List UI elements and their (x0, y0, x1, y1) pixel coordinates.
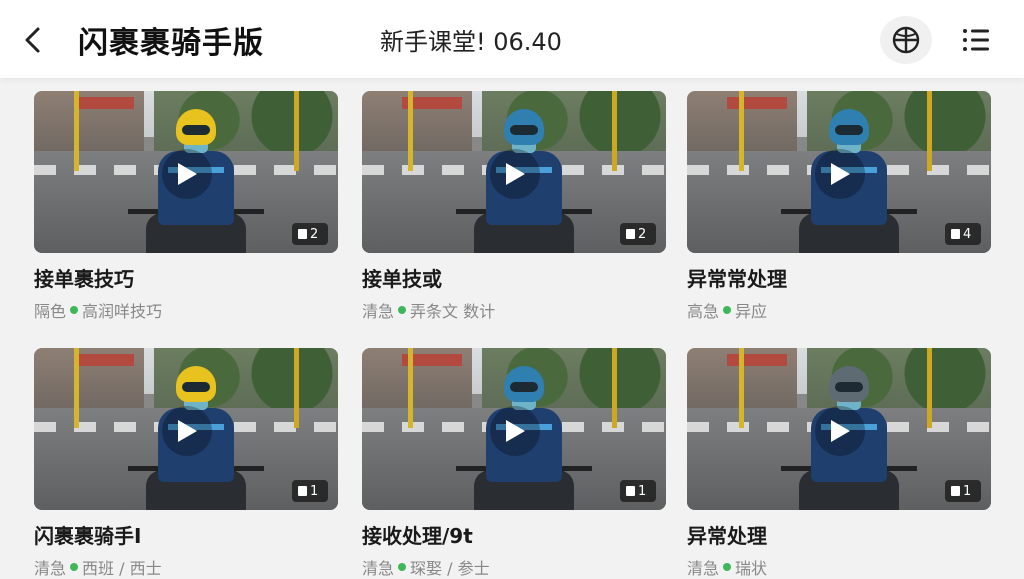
lesson-icon (626, 486, 635, 496)
lesson-count: 4 (963, 226, 972, 242)
play-icon (506, 420, 525, 442)
play-button[interactable] (162, 149, 212, 199)
course-tags: 弄条文 数计 (410, 302, 496, 321)
status-dot-icon (70, 563, 79, 571)
page-title: 新手课堂! 06.40 (380, 28, 562, 56)
video-thumbnail[interactable]: 1 (34, 348, 338, 510)
lesson-icon (298, 229, 307, 239)
lesson-count: 1 (638, 483, 647, 499)
lesson-count-badge: 1 (292, 480, 328, 502)
play-icon (506, 163, 525, 185)
status-dot-icon (70, 306, 79, 314)
course-card[interactable]: 1 异常处理 清急 瑞状 (687, 348, 991, 579)
play-icon (831, 163, 850, 185)
course-tags: 高润咩技巧 (82, 302, 163, 321)
app-title: 闪裹裹骑手版 (78, 26, 264, 61)
course-meta: 清急 琛娶 / 参士 (362, 555, 666, 579)
course-meta: 清急 西班 / 西士 (34, 555, 338, 579)
lesson-count-badge: 1 (945, 480, 981, 502)
list-menu-button[interactable] (954, 20, 998, 60)
video-thumbnail[interactable]: 4 (687, 91, 991, 253)
course-card[interactable]: 2 接单裹技巧 隔色 高润咩技巧 (34, 91, 338, 322)
video-thumbnail[interactable]: 1 (687, 348, 991, 510)
status-dot-icon (723, 306, 732, 314)
play-button[interactable] (815, 406, 865, 456)
course-meta: 隔色 高润咩技巧 (34, 298, 338, 322)
course-level: 清急 (34, 559, 67, 578)
play-button[interactable] (490, 149, 540, 199)
status-dot-icon (398, 563, 407, 571)
course-card[interactable]: 1 闪裹裹骑手I 清急 西班 / 西士 (34, 348, 338, 579)
video-thumbnail[interactable]: 2 (362, 91, 666, 253)
lesson-count: 2 (310, 226, 319, 242)
course-level: 清急 (687, 559, 720, 578)
course-meta: 清急 瑞状 (687, 555, 991, 579)
course-card[interactable]: 1 接收处理/9t 清急 琛娶 / 参士 (362, 348, 666, 579)
top-bar: 闪裹裹骑手版 新手课堂! 06.40 (0, 0, 1024, 78)
course-title: 闪裹裹骑手I (34, 524, 142, 548)
course-meta: 高急 异应 (687, 298, 991, 322)
course-meta: 清急 弄条文 数计 (362, 298, 666, 322)
lesson-count-badge: 4 (945, 223, 981, 245)
course-level: 清急 (362, 302, 395, 321)
play-button[interactable] (162, 406, 212, 456)
course-tags: 琛娶 / 参士 (410, 559, 490, 578)
list-menu-icon (963, 29, 989, 51)
lesson-count-badge: 2 (620, 223, 656, 245)
course-tags: 西班 / 西士 (82, 559, 162, 578)
course-level: 隔色 (34, 302, 67, 321)
course-level: 清急 (362, 559, 395, 578)
lesson-count-badge: 2 (292, 223, 328, 245)
lesson-count: 2 (638, 226, 647, 242)
status-dot-icon (398, 306, 407, 314)
video-thumbnail[interactable]: 2 (34, 91, 338, 253)
globe-icon (892, 26, 920, 54)
course-title: 异常常处理 (687, 267, 787, 291)
lesson-icon (951, 486, 960, 496)
lesson-icon (626, 229, 635, 239)
status-dot-icon (723, 563, 732, 571)
globe-button[interactable] (880, 16, 932, 64)
course-video-grid: 2 接单裹技巧 隔色 高润咩技巧 2 接单技或 清急 弄条文 数计 4 异常常处… (0, 78, 1024, 579)
play-button[interactable] (815, 149, 865, 199)
course-level: 高急 (687, 302, 720, 321)
course-title: 接收处理/9t (362, 524, 473, 548)
course-title: 异常处理 (687, 524, 767, 548)
course-card[interactable]: 4 异常常处理 高急 异应 (687, 91, 991, 322)
play-icon (831, 420, 850, 442)
lesson-count: 1 (310, 483, 319, 499)
course-tags: 异应 (735, 302, 768, 321)
chevron-left-icon (25, 27, 40, 53)
course-tags: 瑞状 (735, 559, 768, 578)
course-title: 接单裹技巧 (34, 267, 134, 291)
course-title: 接单技或 (362, 267, 442, 291)
play-icon (178, 163, 197, 185)
course-card[interactable]: 2 接单技或 清急 弄条文 数计 (362, 91, 666, 322)
lesson-count-badge: 1 (620, 480, 656, 502)
lesson-icon (951, 229, 960, 239)
play-icon (178, 420, 197, 442)
video-thumbnail[interactable]: 1 (362, 348, 666, 510)
lesson-icon (298, 486, 307, 496)
lesson-count: 1 (963, 483, 972, 499)
back-button[interactable] (14, 20, 50, 60)
play-button[interactable] (490, 406, 540, 456)
